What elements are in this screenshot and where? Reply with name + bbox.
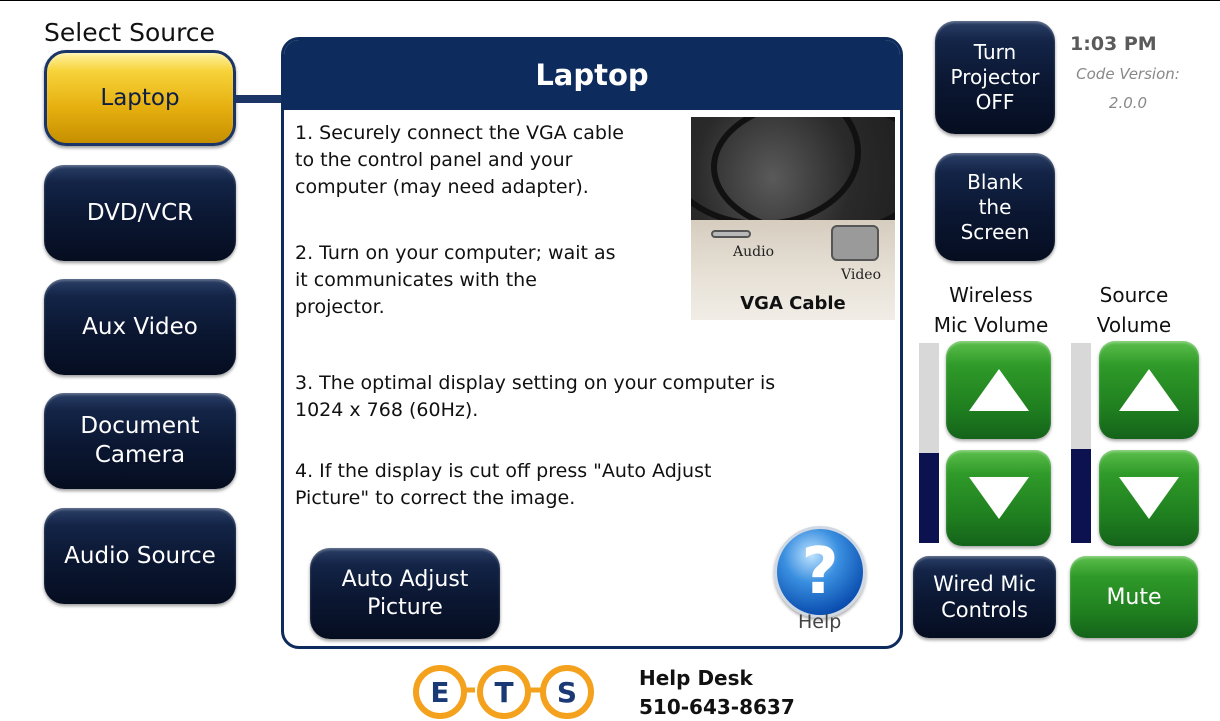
- wireless-mic-volume-title: Wireless Mic Volume: [933, 283, 1049, 337]
- wireless-mic-volume-up-button[interactable]: [946, 341, 1051, 439]
- vga-plug-shape: [831, 225, 879, 261]
- instruction-step-1: 1. Securely connect the VGA cable to the…: [295, 122, 624, 198]
- source-volume-meter: [1071, 343, 1091, 543]
- code-version-label: Code Version:: [1076, 65, 1180, 83]
- turn-projector-off-button[interactable]: Turn Projector OFF: [935, 21, 1055, 134]
- top-rule: [0, 0, 1220, 1]
- helpdesk-title: Help Desk: [639, 666, 753, 690]
- video-photo-label: Video: [841, 267, 882, 283]
- wired-mic-controls-button[interactable]: Wired Mic Controls: [913, 556, 1056, 638]
- source-button-audio-source[interactable]: Audio Source: [44, 508, 236, 604]
- source-button-laptop[interactable]: Laptop: [44, 50, 236, 146]
- wireless-mic-volume-meter: [919, 343, 939, 543]
- instruction-step-3: 3. The optimal display setting on your c…: [295, 372, 776, 421]
- arrow-up-icon: [968, 369, 1029, 411]
- code-version-value: 2.0.0: [1108, 94, 1148, 112]
- blank-screen-button[interactable]: Blank the Screen: [935, 153, 1055, 261]
- arrow-up-icon: [1119, 369, 1179, 411]
- source-volume-up-button[interactable]: [1099, 341, 1199, 439]
- arrow-down-icon: [1119, 477, 1179, 519]
- source-button-dvd-vcr[interactable]: DVD/VCR: [44, 165, 236, 261]
- source-volume-title: Source Volume: [1096, 283, 1172, 337]
- select-source-title: Select Source: [44, 18, 215, 47]
- source-button-aux-video[interactable]: Aux Video: [44, 279, 236, 375]
- help-label: Help: [798, 611, 842, 633]
- ets-logo: E T S: [413, 665, 594, 719]
- logo-letter-e: E: [430, 676, 449, 709]
- vga-cable-caption: VGA Cable: [740, 293, 846, 314]
- audio-plug-shape: [711, 230, 751, 238]
- vga-cable-photo: Audio Video VGA Cable: [691, 117, 895, 320]
- wireless-mic-volume-down-button[interactable]: [946, 450, 1051, 546]
- panel-title: Laptop: [284, 40, 900, 110]
- clock-time: 1:03 PM: [1070, 33, 1157, 55]
- help-icon[interactable]: ?: [774, 526, 866, 618]
- source-volume-level: [1071, 449, 1091, 543]
- source-button-document-camera[interactable]: Document Camera: [44, 393, 236, 489]
- mute-button[interactable]: Mute: [1070, 556, 1198, 638]
- helpdesk-info: Help Desk 510-643-8637: [639, 664, 795, 721]
- wireless-mic-volume-level: [919, 453, 939, 543]
- instruction-step-4: 4. If the display is cut off press "Auto…: [295, 460, 712, 509]
- logo-letter-t: T: [494, 676, 513, 709]
- source-volume-down-button[interactable]: [1099, 450, 1199, 546]
- logo-letter-s: S: [557, 676, 577, 709]
- audio-photo-label: Audio: [733, 244, 774, 260]
- instruction-panel: Laptop 1. Securely connect the VGA cable…: [281, 37, 903, 649]
- instruction-step-2: 2. Turn on your computer; wait as it com…: [295, 242, 616, 318]
- helpdesk-phone: 510-643-8637: [639, 695, 795, 719]
- arrow-down-icon: [968, 477, 1029, 519]
- active-source-connector: [234, 95, 286, 103]
- auto-adjust-picture-button[interactable]: Auto Adjust Picture: [310, 548, 500, 639]
